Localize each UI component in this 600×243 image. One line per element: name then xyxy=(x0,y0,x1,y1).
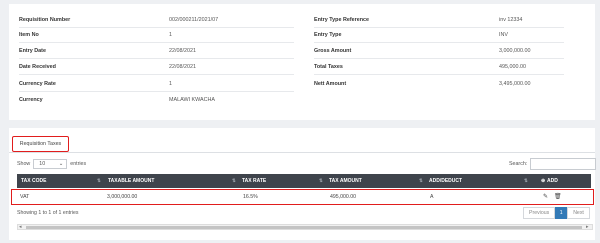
divider xyxy=(19,27,294,28)
search-control: Search: xyxy=(509,158,597,170)
tab-requisition-taxes[interactable]: Requisition Taxes xyxy=(12,136,69,152)
divider xyxy=(314,27,564,28)
cell-tax-amount: 495,000.00 xyxy=(330,193,356,200)
page-1-button[interactable]: 1 xyxy=(555,207,568,219)
column-header-tax-rate[interactable]: TAX RATE xyxy=(242,174,266,188)
cell-taxable-amount: 3,000,000.00 xyxy=(107,193,138,200)
next-button[interactable]: Next xyxy=(567,207,590,219)
page-size-value: 10 xyxy=(39,161,46,167)
scroll-left-icon[interactable]: ◂ xyxy=(19,224,22,230)
detail-value: 22/08/2021 xyxy=(169,48,196,54)
edit-icon[interactable]: ✎ xyxy=(543,193,548,200)
detail-label: Total Taxes xyxy=(314,64,343,70)
cell-add-deduct: A xyxy=(430,193,434,200)
detail-label: Nett Amount xyxy=(314,81,347,87)
table-header: TAX CODE ⇅ TAXABLE AMOUNT ⇅ TAX RATE ⇅ T… xyxy=(17,174,591,188)
column-header-tax-code[interactable]: TAX CODE xyxy=(21,174,46,188)
detail-label: Item No xyxy=(19,32,39,38)
sort-icon: ⇅ xyxy=(97,178,101,183)
show-label: Show xyxy=(17,161,31,167)
detail-row: Total Taxes 495,000.00 xyxy=(314,60,526,74)
cell-tax-rate: 16.5% xyxy=(243,193,258,200)
column-header-add[interactable]: ADD xyxy=(547,174,558,188)
detail-label: Entry Date xyxy=(19,48,46,54)
detail-value: 495,000.00 xyxy=(499,64,526,70)
detail-row: Item No 1 xyxy=(19,28,172,42)
delete-icon[interactable]: 🗑 xyxy=(554,193,562,200)
detail-row: Gross Amount 3,000,000.00 xyxy=(314,44,530,58)
divider xyxy=(314,42,564,43)
divider xyxy=(19,74,294,75)
detail-label: Entry Type xyxy=(314,32,342,38)
column-header-tax-amount[interactable]: TAX AMOUNT xyxy=(329,174,362,188)
table-info: Showing 1 to 1 of 1 entries xyxy=(17,210,79,216)
entries-label: entries xyxy=(70,161,87,167)
detail-row: Requisition Number 002/000211/2021/07 xyxy=(19,13,218,27)
divider xyxy=(19,58,294,59)
detail-value: 3,000,000.00 xyxy=(499,48,531,54)
scroll-right-icon[interactable]: ▸ xyxy=(586,224,589,230)
detail-value: 3,495,000.00 xyxy=(499,81,531,87)
search-input[interactable] xyxy=(530,158,597,170)
search-label: Search: xyxy=(509,161,528,167)
sort-icon: ⇅ xyxy=(319,178,323,183)
detail-label: Entry Type Reference xyxy=(314,17,370,23)
detail-value: 1 xyxy=(169,32,172,38)
previous-button[interactable]: Previous xyxy=(523,207,556,219)
detail-value: inv 12334 xyxy=(499,17,523,23)
divider xyxy=(19,42,294,43)
detail-value: 002/000211/2021/07 xyxy=(169,17,219,23)
add-icon[interactable]: ⊕ xyxy=(541,174,545,188)
tab-divider xyxy=(9,152,595,153)
detail-label: Date Received xyxy=(19,64,56,70)
detail-label: Gross Amount xyxy=(314,48,352,54)
column-header-add-deduct[interactable]: ADD/DEDUCT xyxy=(429,174,462,188)
detail-row: Date Received 22/08/2021 xyxy=(19,60,196,74)
sort-icon: ⇅ xyxy=(524,178,528,183)
detail-row: Entry Type INV xyxy=(314,28,508,42)
divider xyxy=(314,58,564,59)
detail-value: 1 xyxy=(169,81,172,87)
detail-value: 22/08/2021 xyxy=(169,64,196,70)
detail-label: Currency xyxy=(19,97,43,103)
detail-row: Entry Date 22/08/2021 xyxy=(19,44,196,58)
detail-row: Entry Type Reference inv 12334 xyxy=(314,13,522,27)
pagination: Previous 1 Next xyxy=(523,207,590,219)
detail-row: Currency Rate 1 xyxy=(19,77,172,91)
cell-tax-code: VAT xyxy=(20,193,30,200)
detail-row: Nett Amount 3,495,000.00 xyxy=(314,77,530,91)
sort-icon: ⇅ xyxy=(232,178,236,183)
table-row[interactable]: VAT 3,000,000.00 16.5% 495,000.00 A ✎ 🗑 xyxy=(11,189,594,205)
divider xyxy=(314,74,564,75)
detail-row: Currency MALAWI KWACHA xyxy=(19,93,215,107)
page-size-control: Show 10 ⌄ entries xyxy=(17,158,86,170)
detail-value: INV xyxy=(499,32,508,38)
requisition-details-card: Requisition Number 002/000211/2021/07 Ite… xyxy=(9,4,595,120)
horizontal-scrollbar[interactable]: ◂ ▸ xyxy=(17,224,593,230)
requisition-taxes-card: Requisition Taxes Show 10 ⌄ entries Sear… xyxy=(9,128,597,240)
divider xyxy=(19,91,294,92)
chevron-down-icon: ⌄ xyxy=(58,161,64,167)
sort-icon: ⇅ xyxy=(419,178,423,183)
detail-value: MALAWI KWACHA xyxy=(169,97,216,103)
scrollbar-thumb[interactable] xyxy=(26,226,582,229)
detail-label: Currency Rate xyxy=(19,81,56,87)
page: Requisition Number 002/000211/2021/07 Ite… xyxy=(0,0,600,243)
page-size-select[interactable]: 10 ⌄ xyxy=(33,159,68,169)
detail-label: Requisition Number xyxy=(19,17,71,23)
column-header-taxable-amount[interactable]: TAXABLE AMOUNT xyxy=(108,174,154,188)
